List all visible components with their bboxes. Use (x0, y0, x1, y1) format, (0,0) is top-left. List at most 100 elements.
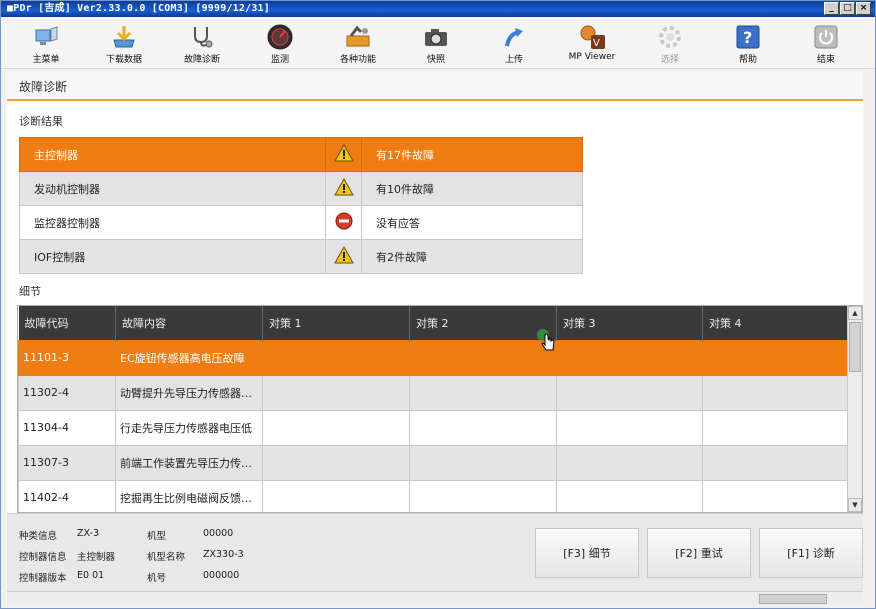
measure-cell (262, 339, 410, 376)
diagnosis-row[interactable]: 发动机控制器 有10件故障 (19, 171, 583, 206)
table-row[interactable]: 11304-4 行走先导压力传感器电压低 (18, 409, 849, 446)
svg-text:?: ? (743, 28, 752, 47)
page-header: 故障诊断 (7, 71, 863, 101)
measure-cell (262, 409, 410, 446)
toolbar-help[interactable]: ? 帮助 (709, 17, 787, 69)
measure-cell (409, 409, 557, 446)
page-title: 故障诊断 (19, 80, 68, 94)
gauge-icon (265, 23, 295, 51)
diagnosis-row[interactable]: 主控制器 有17件故障 (19, 137, 583, 172)
toolbar-fault-diagnosis[interactable]: 故障诊断 (163, 17, 241, 69)
fault-content: 动臂提升先导压力传感器低电压故障 (115, 374, 263, 411)
info-controller-value: 主控制器 (77, 552, 116, 563)
measure-cell (702, 444, 849, 481)
toolbar-monitoring[interactable]: 监测 (241, 17, 319, 69)
f1-diagnose-button[interactable]: [F1] 诊断 (759, 528, 863, 578)
main-content: 诊断结果 主控制器 有17件故障 发动机控制器 有10件故障 监控器控制器 没有… (7, 101, 863, 513)
info-model-label: 机型 (147, 531, 167, 542)
measure-cell (702, 339, 849, 376)
scroll-thumb[interactable] (849, 322, 861, 372)
fault-content: 挖掘再生比例电磁阀反馈电流低 (115, 479, 263, 512)
power-icon (811, 23, 841, 51)
close-button[interactable]: × (856, 2, 871, 15)
maximize-button[interactable]: □ (840, 2, 855, 15)
measure-cell (556, 479, 703, 512)
column-header-code[interactable]: 故障代码 (18, 306, 116, 340)
vertical-scrollbar[interactable]: ▲ ▼ (847, 306, 862, 512)
table-row[interactable]: 11307-3 前端工作装置先导压力传感器高电压故障 (18, 444, 849, 481)
column-header-measure-3[interactable]: 对策 3 (556, 306, 703, 340)
diagnosis-status: 有2件故障 (361, 239, 583, 274)
controller-name: 监控器控制器 (19, 205, 326, 240)
info-serial-value: 000000 (203, 570, 240, 581)
controller-name: IOF控制器 (19, 239, 326, 274)
info-version-value: E0 01 (77, 570, 105, 581)
toolbar-mp-viewer[interactable]: V MP Viewer (553, 17, 631, 69)
app-window: ■PDr [吉成] Ver2.33.0.0 [COM3] [9999/12/31… (0, 0, 876, 609)
table-row[interactable]: 11302-4 动臂提升先导压力传感器低电压故障 (18, 374, 849, 411)
diagnosis-results-label: 诊断结果 (19, 115, 63, 128)
column-header-measure-2[interactable]: 对策 2 (409, 306, 557, 340)
warning-icon (325, 239, 362, 274)
toolbar-snapshot[interactable]: 快照 (397, 17, 475, 69)
info-model-name-value: ZX330-3 (203, 549, 244, 560)
toolbar-main-menu[interactable]: 主菜单 (7, 17, 85, 69)
diagnosis-status: 有17件故障 (361, 137, 583, 172)
detail-table: 故障代码 故障内容 对策 1 对策 2 对策 3 对策 4 11101-3 EC… (18, 306, 849, 512)
stethoscope-icon (187, 23, 217, 51)
title-bar: ■PDr [吉成] Ver2.33.0.0 [COM3] [9999/12/31… (1, 1, 875, 17)
f3-detail-button[interactable]: [F3] 细节 (535, 528, 639, 578)
scroll-down-button[interactable]: ▼ (848, 498, 862, 512)
info-model-name-label: 机型名称 (147, 552, 186, 563)
toolbar-upload[interactable]: 上传 (475, 17, 553, 69)
monitor-icon (31, 23, 61, 51)
measure-cell (262, 374, 410, 411)
hand-cursor-icon (537, 329, 559, 356)
mp-viewer-icon: V (577, 23, 607, 51)
fault-content: 行走先导压力传感器电压低 (115, 409, 263, 446)
gear-icon (655, 23, 685, 51)
measure-cell (556, 409, 703, 446)
scroll-up-button[interactable]: ▲ (848, 306, 862, 320)
measure-cell (556, 444, 703, 481)
warning-icon (325, 171, 362, 206)
no-entry-icon (325, 205, 362, 240)
scroll-thumb[interactable] (759, 594, 827, 604)
minimize-button[interactable]: _ (824, 2, 839, 15)
fault-code: 11307-3 (18, 444, 116, 481)
fault-code: 11402-4 (18, 479, 116, 512)
measure-cell (702, 374, 849, 411)
measure-cell (409, 374, 557, 411)
column-header-measure-1[interactable]: 对策 1 (262, 306, 410, 340)
measure-cell (262, 444, 410, 481)
column-header-content[interactable]: 故障内容 (115, 306, 263, 340)
toolbar-exit[interactable]: 结束 (787, 17, 865, 69)
diagnosis-row[interactable]: IOF控制器 有2件故障 (19, 239, 583, 274)
measure-cell (556, 339, 703, 376)
measure-cell (409, 339, 557, 376)
info-type-value: ZX-3 (77, 528, 100, 539)
svg-text:V: V (593, 38, 600, 49)
table-row[interactable]: 11101-3 EC旋钮传感器高电压故障 (18, 339, 849, 376)
toolbar-functions[interactable]: 各种功能 (319, 17, 397, 69)
column-header-measure-4[interactable]: 对策 4 (702, 306, 849, 340)
fault-code: 11302-4 (18, 374, 116, 411)
measure-cell (702, 409, 849, 446)
fault-code: 11304-4 (18, 409, 116, 446)
table-row[interactable]: 11402-4 挖掘再生比例电磁阀反馈电流低 (18, 479, 849, 512)
toolbar: 主菜单 下载数据 故障诊断 监测 各种功能 快照 上传 V MP Viewer … (1, 17, 875, 69)
f2-retry-button[interactable]: [F2] 重试 (647, 528, 751, 578)
detail-label: 细节 (19, 285, 41, 298)
detail-header-row: 故障代码 故障内容 对策 1 对策 2 对策 3 对策 4 (18, 306, 849, 340)
measure-cell (702, 479, 849, 512)
fault-content: 前端工作装置先导压力传感器高电压故障 (115, 444, 263, 481)
toolbar-download-data[interactable]: 下载数据 (85, 17, 163, 69)
toolbar-select[interactable]: 选择 (631, 17, 709, 69)
controller-name: 发动机控制器 (19, 171, 326, 206)
download-icon (109, 23, 139, 51)
horizontal-scrollbar[interactable] (7, 591, 863, 605)
upload-icon (499, 23, 529, 51)
diagnosis-row[interactable]: 监控器控制器 没有应答 (19, 205, 583, 240)
window-title: ■PDr [吉成] Ver2.33.0.0 [COM3] [9999/12/31… (7, 3, 270, 14)
info-model-value: 00000 (203, 528, 234, 539)
